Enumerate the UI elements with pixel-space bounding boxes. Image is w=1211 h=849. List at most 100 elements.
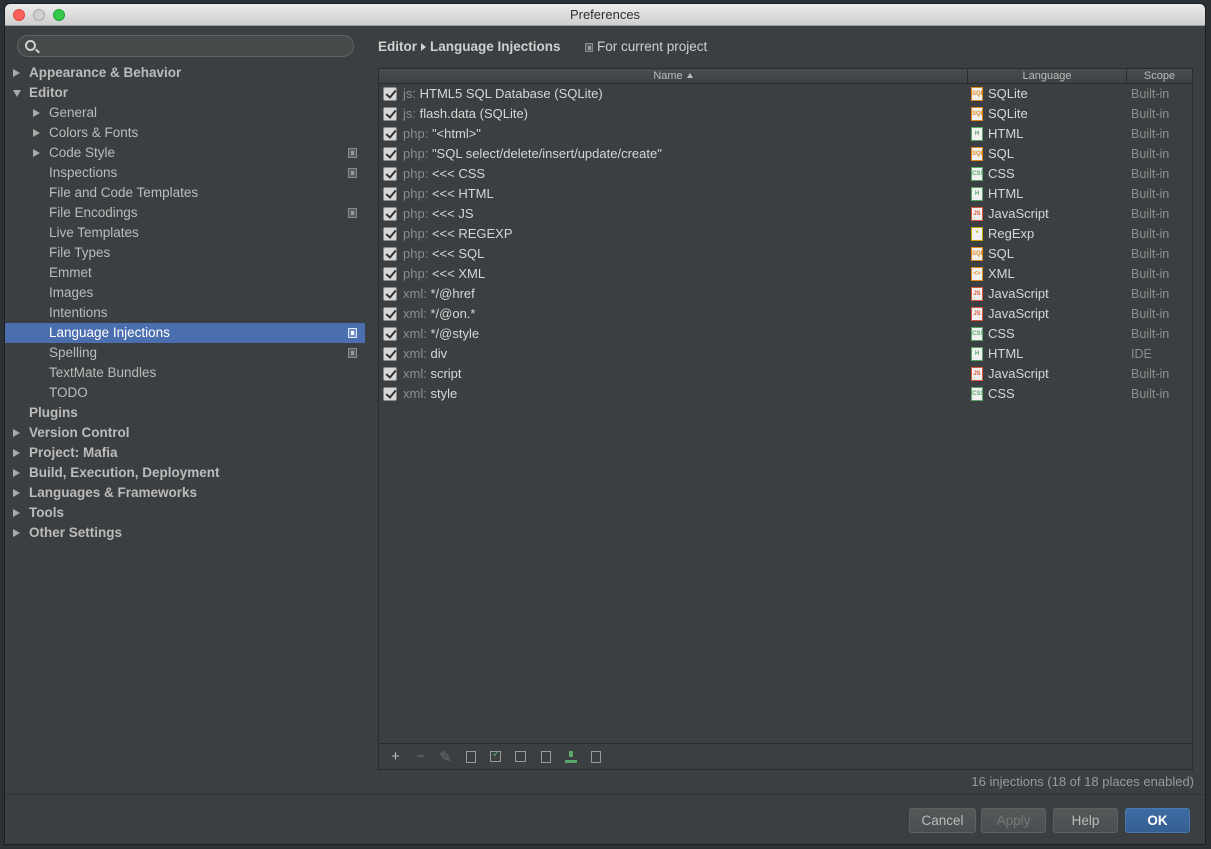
edit-injection-button[interactable]: ✎ [433,746,458,768]
table-row[interactable]: xml: script JS JavaScript Built-in [379,364,1192,384]
sidebar-item-languages-frameworks[interactable]: Languages & Frameworks [5,483,365,503]
sidebar-item-label: Languages & Frameworks [29,485,198,500]
sidebar-item-intentions[interactable]: Intentions [5,303,365,323]
scope-cell: Built-in [1127,284,1192,304]
export-button[interactable] [583,746,608,768]
injection-target: <<< XML [431,266,486,281]
chevron-down-icon[interactable] [13,90,21,97]
enabled-checkbox[interactable] [383,187,397,201]
injection-target: */@on.* [430,306,476,321]
enabled-checkbox[interactable] [383,307,397,321]
injection-name: xml: div [403,344,447,364]
enable-all-button[interactable] [483,746,508,768]
sidebar-item-version-control[interactable]: Version Control [5,423,365,443]
table-row[interactable]: js: HTML5 SQL Database (SQLite) SQL SQLite… [379,84,1192,104]
enabled-checkbox[interactable] [383,267,397,281]
sidebar-item-spelling[interactable]: Spelling [5,343,365,363]
sidebar-item-file-encodings[interactable]: File Encodings [5,203,365,223]
table-row[interactable]: xml: style CSS CSS Built-in [379,384,1192,404]
column-header-language[interactable]: Language [968,69,1127,83]
column-header-scope[interactable]: Scope [1127,69,1192,83]
table-row[interactable]: php: <<< JS JS JavaScript Built-in [379,204,1192,224]
sidebar-item-label: Live Templates [49,225,139,240]
chevron-right-icon[interactable] [13,69,20,77]
sidebar-item-file-types[interactable]: File Types [5,243,365,263]
settings-tree: Appearance & Behavior Editor General Colors… [5,63,365,543]
sidebar-item-emmet[interactable]: Emmet [5,263,365,283]
language-cell: H HTML [968,184,1127,204]
toggle-project-level-button[interactable] [533,746,558,768]
table-row[interactable]: xml: div H HTML IDE [379,344,1192,364]
sidebar-item-other-settings[interactable]: Other Settings [5,523,365,543]
enabled-checkbox[interactable] [383,367,397,381]
sidebar-item-live-templates[interactable]: Live Templates [5,223,365,243]
sidebar-item-colors-fonts[interactable]: Colors & Fonts [5,123,365,143]
column-header-name[interactable]: Name [379,69,968,83]
copy-injection-button[interactable] [458,746,483,768]
table-row[interactable]: php: "<html>" H HTML Built-in [379,124,1192,144]
sidebar-item-textmate-bundles[interactable]: TextMate Bundles [5,363,365,383]
chevron-right-icon[interactable] [13,449,20,457]
enabled-checkbox[interactable] [383,227,397,241]
enabled-checkbox[interactable] [383,247,397,261]
chevron-right-icon[interactable] [13,529,20,537]
add-injection-button[interactable]: + [383,746,408,768]
disable-all-button[interactable] [508,746,533,768]
ok-button[interactable]: OK [1125,808,1190,833]
sidebar-item-build-execution-deployment[interactable]: Build, Execution, Deployment [5,463,365,483]
table-row[interactable]: php: <<< SQL SQL SQL Built-in [379,244,1192,264]
chevron-right-icon[interactable] [13,429,20,437]
settings-search-box[interactable] [17,35,354,57]
enabled-checkbox[interactable] [383,107,397,121]
sidebar-item-language-injections[interactable]: Language Injections [5,323,365,343]
table-row[interactable]: php: <<< HTML H HTML Built-in [379,184,1192,204]
table-row[interactable]: js: flash.data (SQLite) SQL SQLite Built-in [379,104,1192,124]
sidebar-item-todo[interactable]: TODO [5,383,365,403]
sidebar-item-inspections[interactable]: Inspections [5,163,365,183]
table-row[interactable]: php: "SQL select/delete/insert/update/cr… [379,144,1192,164]
sidebar-item-project-mafia[interactable]: Project: Mafia [5,443,365,463]
enabled-checkbox[interactable] [383,127,397,141]
sidebar-item-editor[interactable]: Editor [5,83,365,103]
chevron-right-icon[interactable] [13,509,20,517]
enabled-checkbox[interactable] [383,207,397,221]
chevron-right-icon[interactable] [13,469,20,477]
sidebar-item-plugins[interactable]: Plugins [5,403,365,423]
help-button[interactable]: Help [1053,808,1118,833]
enabled-checkbox[interactable] [383,167,397,181]
language-file-icon: H [971,347,983,361]
import-button[interactable] [558,746,583,768]
table-row[interactable]: php: <<< REGEXP * RegExp Built-in [379,224,1192,244]
sidebar-item-images[interactable]: Images [5,283,365,303]
sidebar-item-general[interactable]: General [5,103,365,123]
enabled-checkbox[interactable] [383,287,397,301]
scope-value: Built-in [1131,327,1170,341]
enabled-checkbox[interactable] [383,147,397,161]
settings-search-input[interactable] [42,37,342,55]
table-row[interactable]: php: <<< CSS CSS CSS Built-in [379,164,1192,184]
language-cell: JS JavaScript [968,364,1127,384]
chevron-right-icon[interactable] [13,489,20,497]
injection-target: */@style [430,326,480,341]
table-row[interactable]: xml: */@href JS JavaScript Built-in [379,284,1192,304]
enabled-checkbox[interactable] [383,327,397,341]
chevron-right-icon[interactable] [33,129,40,137]
remove-injection-button[interactable]: − [408,746,433,768]
sidebar-item-tools[interactable]: Tools [5,503,365,523]
cancel-button[interactable]: Cancel [909,808,976,833]
sidebar-item-file-and-code-templates[interactable]: File and Code Templates [5,183,365,203]
language-cell: * RegExp [968,224,1127,244]
apply-button[interactable]: Apply [981,808,1046,833]
scope-value: Built-in [1131,207,1170,221]
sidebar-item-appearance-behavior[interactable]: Appearance & Behavior [5,63,365,83]
sidebar-item-label: Language Injections [49,325,170,340]
chevron-right-icon[interactable] [33,149,40,157]
table-row[interactable]: xml: */@on.* JS JavaScript Built-in [379,304,1192,324]
sidebar-item-code-style[interactable]: Code Style [5,143,365,163]
enabled-checkbox[interactable] [383,347,397,361]
table-row[interactable]: php: <<< XML <> XML Built-in [379,264,1192,284]
enabled-checkbox[interactable] [383,87,397,101]
table-row[interactable]: xml: */@style CSS CSS Built-in [379,324,1192,344]
chevron-right-icon[interactable] [33,109,40,117]
enabled-checkbox[interactable] [383,387,397,401]
